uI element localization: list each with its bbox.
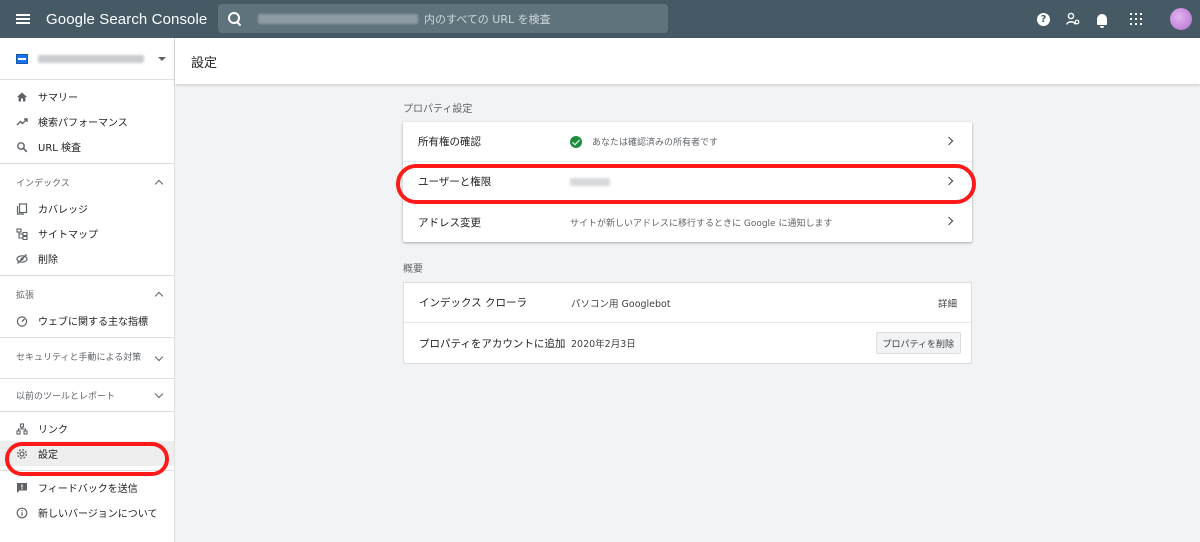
bell-glyph xyxy=(1096,13,1107,28)
help-glyph: ? xyxy=(1037,12,1050,26)
sidebar-item-label: サマリー xyxy=(38,93,78,104)
blurred-property-url xyxy=(258,13,418,24)
nav-enhancement-section: 拡張 ウェブに関する主な指標 xyxy=(0,276,174,338)
sidebar-item-coverage[interactable]: カバレッジ xyxy=(0,196,174,221)
overview-title: 概要 xyxy=(403,264,423,275)
section-title: 以前のツールとレポート xyxy=(16,391,116,402)
nav-legacy-section: 以前のツールとレポート xyxy=(0,379,174,412)
coverage-icon xyxy=(16,202,28,215)
section-toggle-enhancements[interactable]: 拡張 xyxy=(0,280,174,308)
crawler-details-link[interactable]: 詳細 xyxy=(938,296,957,310)
notifications-icon[interactable] xyxy=(1087,0,1116,38)
section-title: 拡張 xyxy=(16,290,35,301)
avatar[interactable] xyxy=(1170,8,1192,30)
sitemap-icon xyxy=(16,227,28,240)
page-title-text: 設定 xyxy=(191,55,218,71)
apps-grid-glyph xyxy=(1130,13,1142,25)
account-settings-icon[interactable] xyxy=(1058,0,1087,38)
settings-row-change-of-address[interactable]: アドレス変更 サイトが新しいアドレスに移行するときに Google に通知します xyxy=(403,202,972,242)
row-value: 2020年2月3日 xyxy=(571,339,636,350)
app-title[interactable]: Google Search Console xyxy=(46,11,218,28)
sidebar-item-label: 新しいバージョンについて xyxy=(38,509,158,520)
highlight-ring-settings xyxy=(5,442,169,476)
speedometer-icon xyxy=(16,315,28,327)
person-gear-glyph xyxy=(1065,12,1079,25)
row-label: プロパティをアカウントに追加 xyxy=(419,337,566,350)
url-inspect-search[interactable]: 内のすべての URL を検査 xyxy=(218,4,668,33)
row-label: インデックス クローラ xyxy=(419,297,528,309)
page-title: 設定 xyxy=(175,38,1200,84)
search-icon xyxy=(16,141,28,153)
search-placeholder: 内のすべての URL を検査 xyxy=(424,12,551,26)
nav-security-section: セキュリティと手動による対策 xyxy=(0,338,174,379)
section-title: インデックス xyxy=(16,178,70,189)
sidebar-item-links[interactable]: リンク xyxy=(0,416,174,441)
sidebar-item-core-web-vitals[interactable]: ウェブに関する主な指標 xyxy=(0,308,174,333)
sidebar-item-label: 検索パフォーマンス xyxy=(38,118,128,129)
links-icon xyxy=(16,422,28,435)
nav-footer: フィードバックを送信 新しいバージョンについて xyxy=(0,471,174,529)
chevron-right-icon xyxy=(944,216,954,226)
search-icon xyxy=(228,11,242,26)
main-content: プロパティ設定 所有権の確認 あなたは確認済みの所有者です ユーザーと権限 アド… xyxy=(175,84,1200,542)
row-value: サイトが新しいアドレスに移行するときに Google に通知します xyxy=(570,218,833,229)
feedback-icon xyxy=(16,482,28,494)
sidebar-item-url-inspection[interactable]: URL 検査 xyxy=(0,134,174,159)
sidebar-item-label: リンク xyxy=(38,425,68,436)
blurred-property-name xyxy=(38,54,144,63)
highlight-ring-users-permissions xyxy=(396,164,976,204)
apps-grid-icon[interactable] xyxy=(1116,0,1156,38)
top-actions: ? xyxy=(1029,0,1200,38)
sidebar-item-label: フィードバックを送信 xyxy=(38,484,138,495)
nav-main: サマリー 検索パフォーマンス URL 検査 xyxy=(0,80,174,164)
settings-row-ownership[interactable]: 所有権の確認 あなたは確認済みの所有者です xyxy=(403,122,972,162)
property-settings-title: プロパティ設定 xyxy=(403,104,473,115)
property-icon xyxy=(16,53,28,64)
sidebar-item-feedback[interactable]: フィードバックを送信 xyxy=(0,475,174,500)
overview-row-added: プロパティをアカウントに追加 2020年2月3日 プロパティを削除 xyxy=(404,323,971,363)
removal-icon xyxy=(16,253,28,265)
sidebar-item-label: URL 検査 xyxy=(38,143,82,154)
row-value: あなたは確認済みの所有者です xyxy=(570,135,718,148)
sidebar-item-label: 削除 xyxy=(38,255,58,266)
top-app-bar: Google Search Console 内のすべての URL を検査 ? xyxy=(0,0,1200,38)
section-title: セキュリティと手動による対策 xyxy=(16,352,142,363)
trending-up-icon xyxy=(16,116,28,128)
menu-icon[interactable] xyxy=(0,0,46,38)
sidebar-item-about-new-version[interactable]: 新しいバージョンについて xyxy=(0,500,174,525)
property-selector[interactable] xyxy=(0,38,174,80)
overview-row-crawler: インデックス クローラ パソコン用 Googlebot 詳細 xyxy=(404,283,971,323)
section-toggle-security[interactable]: セキュリティと手動による対策 xyxy=(0,338,174,378)
chevron-up-icon xyxy=(154,291,164,300)
sidebar-item-summary[interactable]: サマリー xyxy=(0,84,174,109)
chevron-right-icon xyxy=(944,136,954,146)
overview-card: インデックス クローラ パソコン用 Googlebot 詳細 プロパティをアカウ… xyxy=(403,282,972,364)
sidebar-item-removals[interactable]: 削除 xyxy=(0,246,174,271)
chevron-down-icon xyxy=(154,352,164,361)
nav-index-section: インデックス カバレッジ サイトマップ 削除 xyxy=(0,164,174,276)
help-icon[interactable]: ? xyxy=(1029,0,1058,38)
info-icon xyxy=(16,507,28,519)
sidebar-item-label: カバレッジ xyxy=(38,205,88,216)
ownership-status: あなたは確認済みの所有者です xyxy=(592,138,719,148)
caret-down-icon xyxy=(158,56,166,61)
sidebar-item-label: ウェブに関する主な指標 xyxy=(38,317,148,328)
chevron-up-icon xyxy=(154,179,164,188)
sidebar-item-sitemaps[interactable]: サイトマップ xyxy=(0,221,174,246)
sidebar-item-label: サイトマップ xyxy=(38,230,98,241)
row-label: 所有権の確認 xyxy=(418,136,481,148)
section-toggle-index[interactable]: インデックス xyxy=(0,168,174,196)
sidebar-item-performance[interactable]: 検索パフォーマンス xyxy=(0,109,174,134)
verified-check-icon xyxy=(570,135,582,148)
chevron-down-icon xyxy=(154,389,164,398)
home-icon xyxy=(16,91,28,103)
remove-property-button[interactable]: プロパティを削除 xyxy=(875,332,961,354)
row-label: アドレス変更 xyxy=(418,216,481,229)
row-value: パソコン用 Googlebot xyxy=(571,298,671,310)
section-toggle-legacy[interactable]: 以前のツールとレポート xyxy=(0,381,174,409)
